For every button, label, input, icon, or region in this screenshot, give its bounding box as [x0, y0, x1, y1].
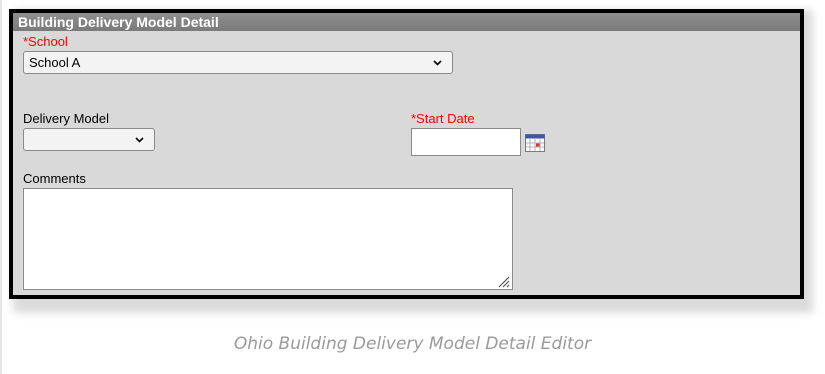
school-label: *School [23, 34, 68, 49]
comments-textarea[interactable] [23, 188, 513, 290]
comments-label: Comments [23, 171, 86, 186]
calendar-icon[interactable] [525, 134, 545, 152]
figure-caption: Ohio Building Delivery Model Detail Edit… [233, 334, 592, 354]
delivery-model-label: Delivery Model [23, 111, 109, 126]
resize-grip-icon[interactable] [498, 275, 510, 288]
page-edge [0, 0, 2, 374]
chevron-down-icon [429, 53, 445, 73]
start-date-label: *Start Date [411, 111, 475, 126]
school-select-value: School A [29, 55, 81, 70]
panel-title: Building Delivery Model Detail [13, 13, 800, 31]
building-delivery-model-panel: Building Delivery Model Detail *School S… [9, 9, 804, 299]
school-select[interactable]: School A [23, 51, 453, 74]
chevron-down-icon [131, 130, 147, 150]
start-date-input[interactable] [411, 128, 521, 156]
delivery-model-select[interactable] [23, 128, 155, 151]
